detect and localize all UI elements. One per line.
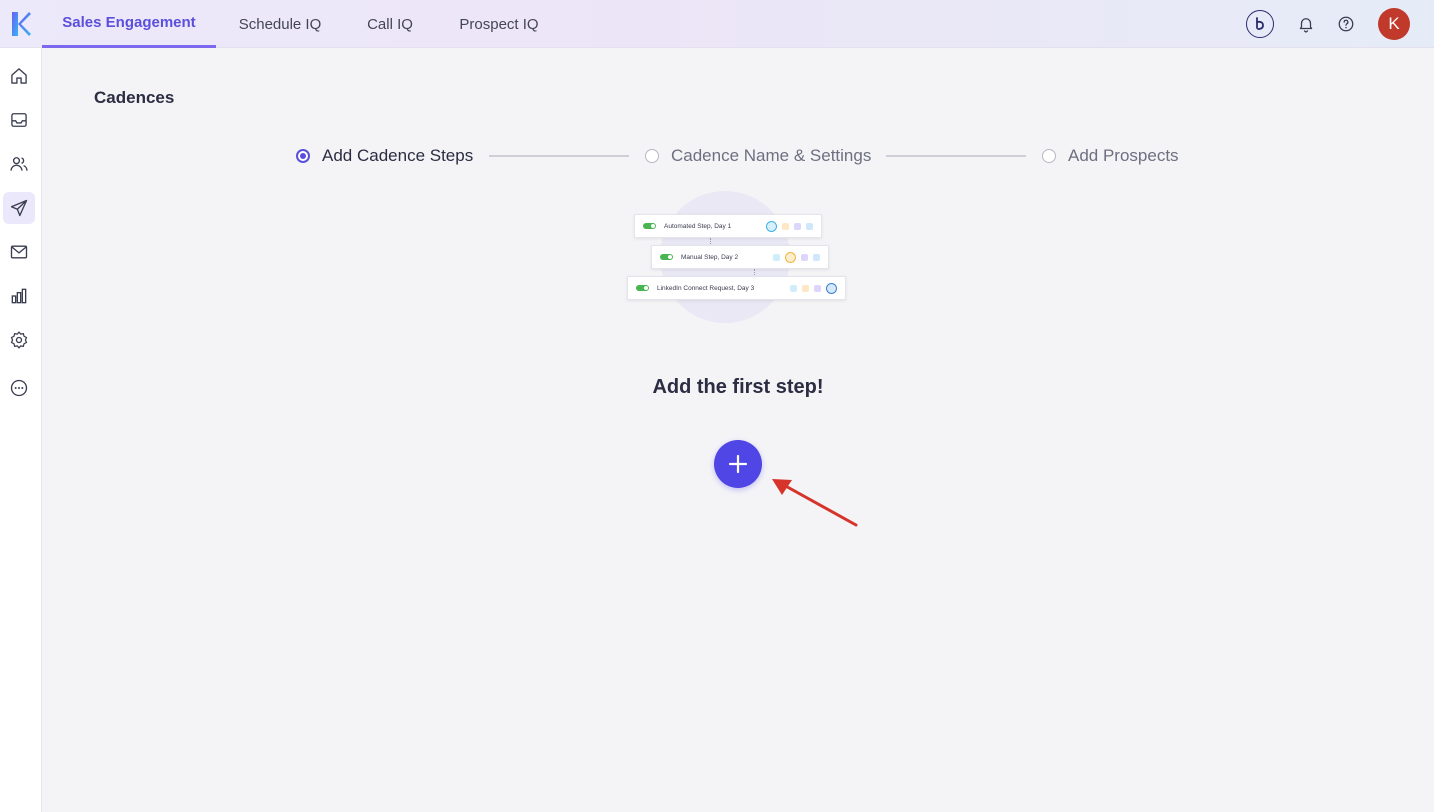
stepper-step-add-cadence-steps[interactable]: Add Cadence Steps [296, 146, 473, 166]
notifications-button[interactable] [1292, 10, 1320, 38]
mail-icon [10, 245, 28, 259]
sidebar-item-cadences[interactable] [3, 192, 35, 224]
help-button[interactable] [1332, 10, 1360, 38]
empty-state-title: Add the first step! [652, 376, 824, 398]
call-step-icon [802, 284, 809, 292]
bar-chart-icon [11, 288, 27, 304]
message-step-icon [794, 222, 801, 230]
linkedin-step-icon [826, 282, 837, 294]
add-first-step-button[interactable] [714, 440, 762, 488]
step-label: Add Prospects [1068, 146, 1179, 165]
gear-icon [10, 331, 28, 349]
sidebar-item-inbox[interactable] [3, 104, 35, 136]
stepper-step-cadence-name-settings[interactable]: Cadence Name & Settings [645, 146, 871, 166]
step-label: Cadence Name & Settings [671, 146, 872, 165]
step-indicator [1042, 149, 1056, 163]
b-logo-icon [1256, 17, 1264, 30]
toggle-icon [660, 254, 673, 260]
sidebar-item-settings[interactable] [3, 324, 35, 356]
tab-schedule-iq[interactable]: Schedule IQ [222, 0, 338, 48]
sidebar-item-home[interactable] [3, 60, 35, 92]
send-icon [10, 199, 28, 217]
email-step-icon [790, 284, 797, 292]
step-label: Add Cadence Steps [322, 146, 474, 165]
call-step-icon [782, 222, 789, 230]
toggle-icon [636, 285, 649, 291]
top-navigation-bar: Sales Engagement Schedule IQ Call IQ Pro… [0, 0, 1434, 48]
toggle-icon [643, 223, 656, 229]
tab-sales-engagement[interactable]: Sales Engagement [42, 0, 216, 48]
sidebar-item-mail[interactable] [3, 236, 35, 268]
call-step-icon [785, 251, 796, 263]
left-sidebar [0, 48, 42, 812]
stepper-connector [489, 155, 629, 157]
stepper-connector [886, 155, 1026, 157]
sidebar-item-people[interactable] [3, 148, 35, 180]
help-icon [1338, 16, 1354, 32]
illustration-card-automated-step: Automated Step, Day 1 [634, 214, 822, 238]
home-icon [11, 68, 27, 84]
stepper-step-add-prospects[interactable]: Add Prospects [1042, 146, 1179, 166]
email-step-icon [766, 220, 777, 232]
card-label: Manual Step, Day 2 [681, 253, 739, 261]
inbox-icon [11, 113, 27, 127]
illustration-card-linkedin-step: LinkedIn Connect Request, Day 3 [627, 276, 846, 300]
page-title: Cadences [94, 88, 175, 107]
tab-call-iq[interactable]: Call IQ [352, 0, 428, 48]
step-indicator-active [296, 149, 310, 163]
sidebar-item-reports[interactable] [3, 280, 35, 312]
app-logo[interactable] [0, 0, 42, 48]
annotation-arrow-icon [772, 479, 858, 527]
step-indicator [645, 149, 659, 163]
card-label: Automated Step, Day 1 [664, 222, 732, 230]
bell-icon [1299, 18, 1313, 33]
linkedin-step-icon [806, 222, 813, 230]
plus-icon [728, 454, 748, 474]
card-label: LinkedIn Connect Request, Day 3 [657, 284, 755, 292]
linkedin-step-icon [813, 253, 820, 261]
message-step-icon [801, 253, 808, 261]
illustration-card-manual-step: Manual Step, Day 2 [651, 245, 829, 269]
email-step-icon [773, 253, 780, 261]
logo-icon [12, 12, 31, 36]
user-avatar[interactable]: K [1378, 8, 1410, 40]
tab-prospect-iq[interactable]: Prospect IQ [444, 0, 554, 48]
empty-state-illustration: Automated Step, Day 1 Manual Step, Day 2… [620, 186, 860, 328]
message-step-icon [814, 284, 821, 292]
people-icon [10, 157, 28, 171]
b-extension-button[interactable] [1246, 10, 1274, 38]
